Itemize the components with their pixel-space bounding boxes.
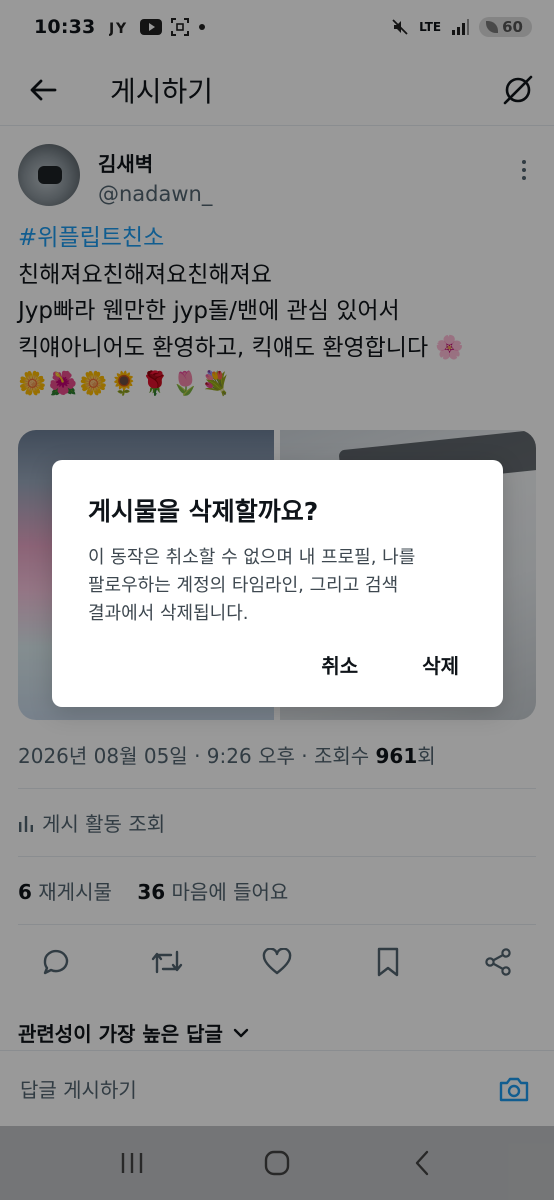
dialog-message: 이 동작은 취소할 수 없으며 내 프로필, 나를 팔로우하는 계정의 타임라인…: [88, 547, 416, 624]
cancel-button[interactable]: 취소: [317, 644, 362, 685]
delete-button[interactable]: 삭제: [418, 644, 463, 685]
dialog-title: 게시물을 삭제할까요?: [88, 497, 319, 526]
delete-confirm-dialog: 게시물을 삭제할까요? 이 동작은 취소할 수 없으며 내 프로필, 나를 팔로…: [52, 460, 503, 707]
nav-scrim: [0, 1126, 554, 1200]
